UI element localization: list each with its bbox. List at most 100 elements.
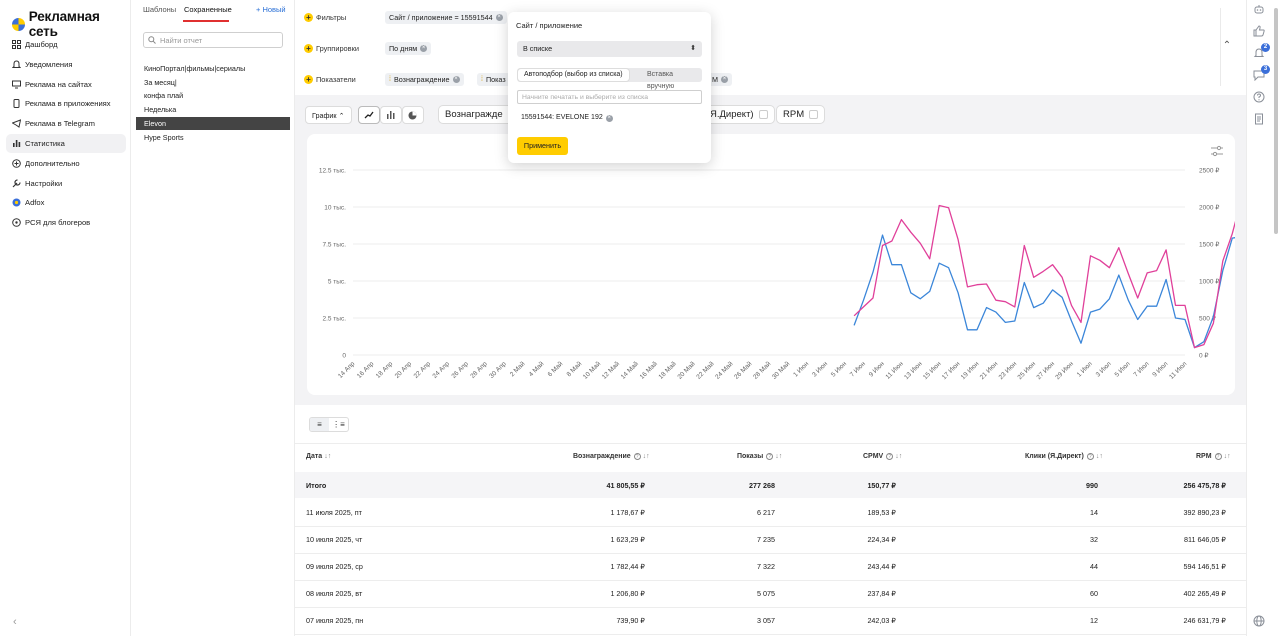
bar-chart-button[interactable]	[379, 106, 402, 124]
nav-item-telegram[interactable]: Реклама в Telegram	[6, 114, 126, 133]
tree-list-icon[interactable]: ⋮≡	[329, 418, 348, 431]
x-tick-label: 14 Апр	[337, 360, 357, 380]
sort-icon[interactable]: ↓↑	[324, 453, 331, 460]
report-item[interactable]: конфа плай	[136, 89, 290, 102]
nav-item-sites[interactable]: Реклама на сайтах	[6, 75, 126, 94]
table-view-toggle[interactable]: ≡ ⋮≡	[309, 417, 349, 432]
series-line-reward	[853, 204, 1235, 349]
x-tick-label: 14 Май	[619, 360, 640, 381]
metric-chip-reward[interactable]: ⁞ Вознаграждение ×	[385, 73, 464, 86]
pie-chart-button[interactable]	[401, 106, 424, 124]
help-icon[interactable]: ?	[766, 453, 774, 460]
help-icon[interactable]: ?	[886, 453, 894, 460]
nav-item-bloggers[interactable]: РСЯ для блогеров	[6, 213, 126, 232]
telegram-icon	[12, 119, 21, 128]
site-search-input[interactable]	[517, 90, 702, 104]
header-rpm[interactable]: RPM? ↓↑	[1196, 453, 1231, 460]
row-divider	[295, 634, 1246, 635]
new-report-button[interactable]: + Новый	[256, 5, 286, 14]
document-icon[interactable]	[1253, 113, 1265, 125]
nav-item-settings[interactable]: Настройки	[6, 174, 126, 193]
x-tick-label: 7 Июн	[849, 360, 867, 378]
robot-icon[interactable]	[1253, 3, 1265, 15]
flat-list-icon[interactable]: ≡	[310, 418, 329, 431]
x-tick-label: 13 Июн	[903, 360, 924, 381]
sort-icon[interactable]: ↓↑	[775, 453, 782, 460]
report-item[interactable]: Hype Sports	[136, 131, 290, 144]
nav-item-label: Дашборд	[25, 40, 58, 49]
header-date[interactable]: Дата ↓↑	[306, 453, 331, 460]
remove-grouping-icon[interactable]: ×	[420, 45, 428, 52]
selected-site-chip[interactable]: 15591544: EVELONE 192 ×	[517, 112, 617, 124]
report-search-input[interactable]	[160, 35, 280, 45]
help-icon[interactable]: ?	[1214, 453, 1222, 460]
row-cell: 811 646,05 ₽	[1183, 535, 1226, 544]
sliders-icon[interactable]	[1210, 145, 1224, 157]
x-tick-label: 26 Май	[732, 360, 753, 381]
metric-chip-impressions[interactable]: ⁞ Показ	[477, 73, 510, 86]
add-grouping-icon[interactable]: +	[304, 44, 313, 53]
grouping-chip[interactable]: По дням ×	[385, 42, 432, 55]
remove-metric-icon[interactable]: ×	[452, 76, 460, 83]
help-icon[interactable]: ?	[1086, 453, 1094, 460]
report-search[interactable]	[143, 32, 283, 48]
x-tick-label: 8 Май	[565, 359, 584, 378]
header-cpmv[interactable]: CPMV? ↓↑	[863, 453, 902, 460]
header-clicks[interactable]: Клики (Я.Директ)? ↓↑	[1025, 453, 1103, 460]
x-tick-label: 6 Май	[546, 359, 565, 378]
collapse-nav-icon[interactable]: ‹	[13, 616, 17, 628]
metric-checkbox[interactable]	[758, 110, 768, 119]
metric-toggle-rpm[interactable]: RPM	[776, 105, 826, 124]
x-tick-label: 18 Апр	[375, 360, 395, 380]
line-chart-button[interactable]	[357, 106, 380, 124]
remove-metric-icon[interactable]: ×	[721, 76, 728, 83]
condition-select[interactable]: В списке ⬍	[517, 41, 702, 57]
add-metric-icon[interactable]: +	[304, 75, 313, 84]
tab-manual-paste[interactable]: Вставка вручную	[641, 69, 702, 90]
drag-handle-icon[interactable]: ⁞	[389, 73, 391, 86]
nav-item-additional[interactable]: Дополнительно	[6, 154, 126, 173]
metric-chip-partial[interactable]: М ×	[708, 73, 732, 86]
help-icon[interactable]	[1253, 91, 1265, 103]
select-arrows-icon: ⬍	[690, 45, 696, 52]
tab-saved[interactable]: Сохраненные	[184, 5, 232, 14]
remove-site-icon[interactable]: ×	[605, 114, 613, 122]
metric-toggle-clicks[interactable]: Я.Директ)	[703, 105, 775, 124]
report-item[interactable]: КиноПортал|фильмы|сериалы	[136, 62, 290, 75]
nav-item-notifications[interactable]: Уведомления	[6, 55, 126, 74]
filter-chip[interactable]: Сайт / приложение = 15591544 ×	[385, 11, 507, 24]
header-reward[interactable]: Вознаграждение? ↓↑	[573, 453, 650, 460]
report-item-active[interactable]: Elevon	[136, 117, 290, 130]
help-icon[interactable]: ?	[633, 453, 641, 460]
add-filter-icon[interactable]: +	[304, 13, 313, 22]
globe-icon[interactable]	[1253, 615, 1265, 627]
nav-item-adfox[interactable]: Adfox	[6, 193, 126, 212]
remove-filter-icon[interactable]: ×	[495, 14, 503, 21]
nav-item-apps[interactable]: Реклама в приложениях	[6, 94, 126, 113]
sort-icon[interactable]: ↓↑	[1224, 453, 1231, 460]
thumbs-up-icon[interactable]	[1253, 25, 1265, 37]
y-left-tick-label: 0	[342, 353, 346, 360]
row-cell: 237,84 ₽	[867, 589, 896, 598]
filter-popup: Сайт / приложение В списке ⬍ Автоподбор …	[508, 12, 711, 163]
nav-item-dashboard[interactable]: Дашборд	[6, 35, 126, 54]
apply-button[interactable]: Применить	[517, 137, 568, 155]
page-scrollbar[interactable]	[1274, 8, 1278, 234]
sort-icon[interactable]: ↓↑	[1096, 453, 1103, 460]
header-impressions[interactable]: Показы? ↓↑	[737, 453, 782, 460]
chart-type-dropdown[interactable]: График ⌃	[305, 106, 352, 124]
tab-autoselect[interactable]: Автоподбор (выбор из списка)	[518, 69, 629, 81]
nav-item-statistics[interactable]: Статистика	[6, 134, 126, 153]
report-item[interactable]: За месяц|	[136, 76, 290, 89]
tab-templates[interactable]: Шаблоны	[143, 5, 176, 14]
metric-toggle-reward[interactable]: Вознагражде	[438, 105, 513, 124]
x-tick-label: 3 Июн	[811, 360, 829, 378]
x-tick-label: 26 Апр	[450, 360, 470, 380]
chevron-up-icon[interactable]: ⌃	[1220, 40, 1234, 60]
report-item[interactable]: Неделька	[136, 103, 290, 116]
metric-checkbox[interactable]	[809, 110, 819, 119]
sort-icon[interactable]: ↓↑	[895, 453, 902, 460]
total-cell: 277 268	[749, 481, 775, 490]
drag-handle-icon[interactable]: ⁞	[481, 73, 483, 86]
sort-icon[interactable]: ↓↑	[643, 453, 650, 460]
